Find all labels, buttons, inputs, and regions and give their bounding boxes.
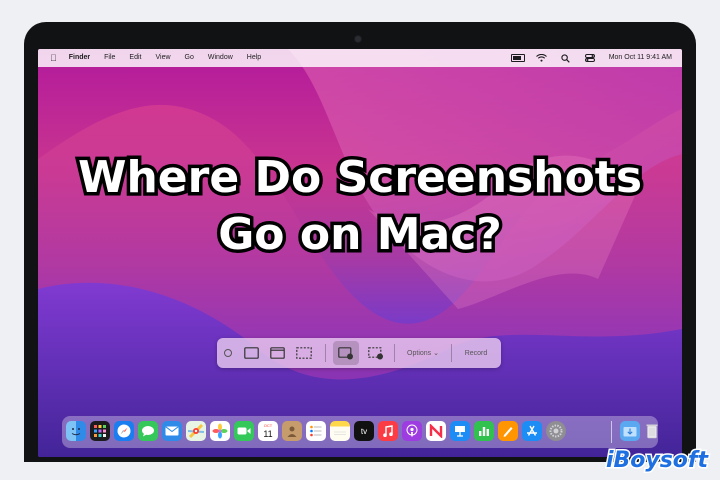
downloads-folder-icon[interactable] [620, 421, 640, 441]
reminders-icon[interactable] [306, 421, 326, 441]
apple-tv-label: tv [360, 426, 368, 436]
music-icon[interactable] [378, 421, 398, 441]
calendar-icon[interactable]: OCT 11 [258, 421, 278, 441]
capture-selected-portion-button[interactable] [291, 338, 317, 368]
menu-edit[interactable]: Edit [129, 49, 141, 67]
capture-window-button[interactable] [265, 338, 289, 368]
record-entire-screen-button[interactable] [333, 341, 359, 365]
record-selected-portion-button[interactable] [363, 338, 389, 368]
safari-icon[interactable] [114, 421, 134, 441]
keynote-icon[interactable] [450, 421, 470, 441]
photos-icon[interactable] [210, 421, 230, 441]
close-toolbar-button[interactable] [221, 338, 235, 368]
record-label: Record [464, 349, 488, 357]
mail-icon[interactable] [162, 421, 182, 441]
podcasts-icon[interactable] [402, 421, 422, 441]
menu-finder[interactable]: Finder [69, 49, 90, 67]
headline-line-1: Where Do Screenshots [74, 149, 645, 207]
contacts-icon[interactable] [282, 421, 302, 441]
headline-line-2: Go on Mac? [215, 206, 506, 264]
menu-clock[interactable]: Mon Oct 11 9:41 AM [609, 49, 672, 67]
finder-icon[interactable] [66, 421, 86, 441]
notes-icon[interactable] [330, 421, 350, 441]
system-preferences-icon[interactable] [546, 421, 566, 441]
headline: Where Do Screenshots Go on Mac? [38, 149, 682, 264]
control-center-icon[interactable] [583, 53, 597, 63]
wifi-icon[interactable] [535, 53, 549, 63]
menu-view[interactable]: View [155, 49, 170, 67]
capture-entire-screen-button[interactable] [239, 338, 263, 368]
apple-tv-icon[interactable]: tv [354, 421, 374, 441]
news-icon[interactable] [426, 421, 446, 441]
options-label: Options ⌄ [407, 350, 439, 357]
messages-icon[interactable] [138, 421, 158, 441]
menu-bar:  Finder File Edit View Go Window Help M… [38, 49, 682, 67]
menu-window[interactable]: Window [208, 49, 233, 67]
facetime-icon[interactable] [234, 421, 254, 441]
toolbar-divider [451, 344, 452, 362]
menu-go[interactable]: Go [185, 49, 194, 67]
status-area: Mon Oct 11 9:41 AM [501, 49, 672, 67]
battery-icon[interactable] [510, 53, 525, 63]
record-screen-icon [338, 346, 353, 359]
record-button[interactable]: Record [453, 338, 499, 368]
search-icon[interactable] [559, 53, 573, 63]
dock-divider [611, 421, 612, 443]
desktop-screen:  Finder File Edit View Go Window Help M… [38, 49, 682, 457]
toolbar-divider [325, 344, 326, 362]
calendar-day: 11 [263, 429, 273, 439]
maps-icon[interactable] [186, 421, 206, 441]
close-icon [224, 349, 232, 357]
selection-icon [296, 347, 312, 359]
record-selection-icon [368, 346, 383, 359]
entire-screen-icon [243, 347, 259, 359]
numbers-icon[interactable] [474, 421, 494, 441]
launchpad-icon[interactable] [90, 421, 110, 441]
screenshot-toolbar: Options ⌄ Record [217, 338, 501, 368]
window-icon [269, 347, 285, 359]
app-store-icon[interactable] [522, 421, 542, 441]
trash-icon[interactable] [642, 421, 662, 441]
menu-file[interactable]: File [104, 49, 115, 67]
brand-watermark: iBoysoft [604, 447, 709, 475]
camera-icon [355, 36, 361, 42]
menu-help[interactable]: Help [247, 49, 261, 67]
apple-menu-icon[interactable]:  [50, 49, 57, 67]
options-button[interactable]: Options ⌄ [397, 338, 449, 368]
dock: OCT 11 tv [62, 416, 658, 448]
pages-icon[interactable] [498, 421, 518, 441]
toolbar-divider [394, 344, 395, 362]
